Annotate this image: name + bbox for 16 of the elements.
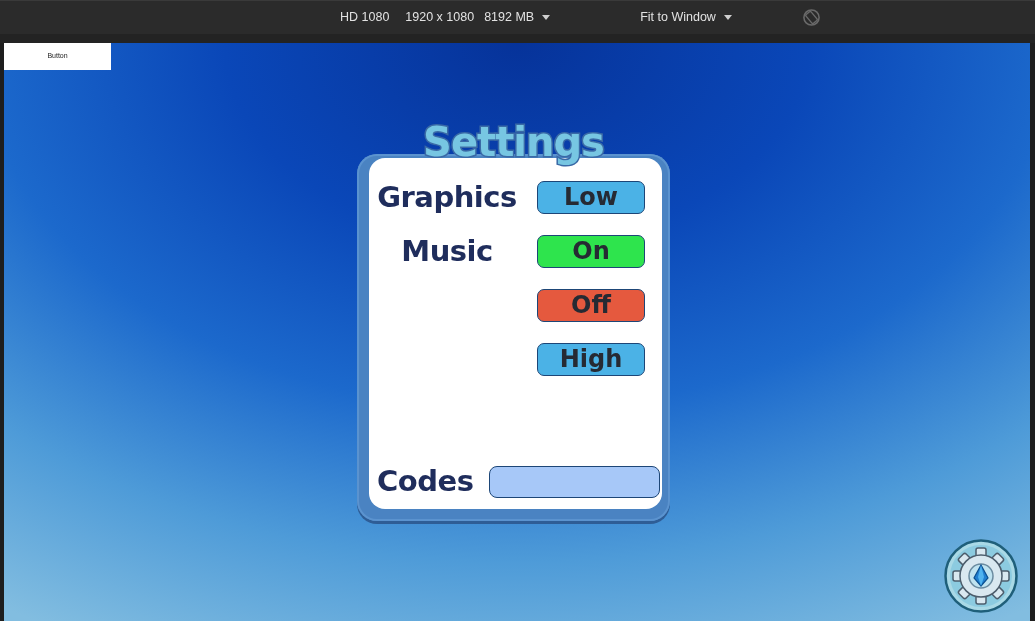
code-input-field[interactable] — [489, 465, 661, 498]
option-button[interactable]: Off — [537, 288, 645, 322]
rotate-icon[interactable] — [801, 8, 821, 27]
caret-icon — [542, 15, 551, 20]
device-spec-label: HD 1080 — [340, 9, 390, 27]
codes-label: Codes — [377, 467, 474, 496]
setting-label: Music — [401, 236, 493, 266]
option-button[interactable]: Low — [537, 180, 645, 214]
toolbar-dropdown[interactable]: Fit to Window — [640, 8, 732, 27]
caret-icon — [723, 15, 732, 20]
settings-icon[interactable] — [944, 539, 1018, 613]
option-button[interactable]: High — [537, 342, 645, 376]
option-button[interactable]: On — [537, 234, 645, 268]
toolbar-dropdown[interactable]: 8192 MB — [484, 8, 551, 27]
setting-label: Graphics — [377, 182, 517, 212]
device-spec-label: 1920 x 1080 — [405, 9, 475, 27]
